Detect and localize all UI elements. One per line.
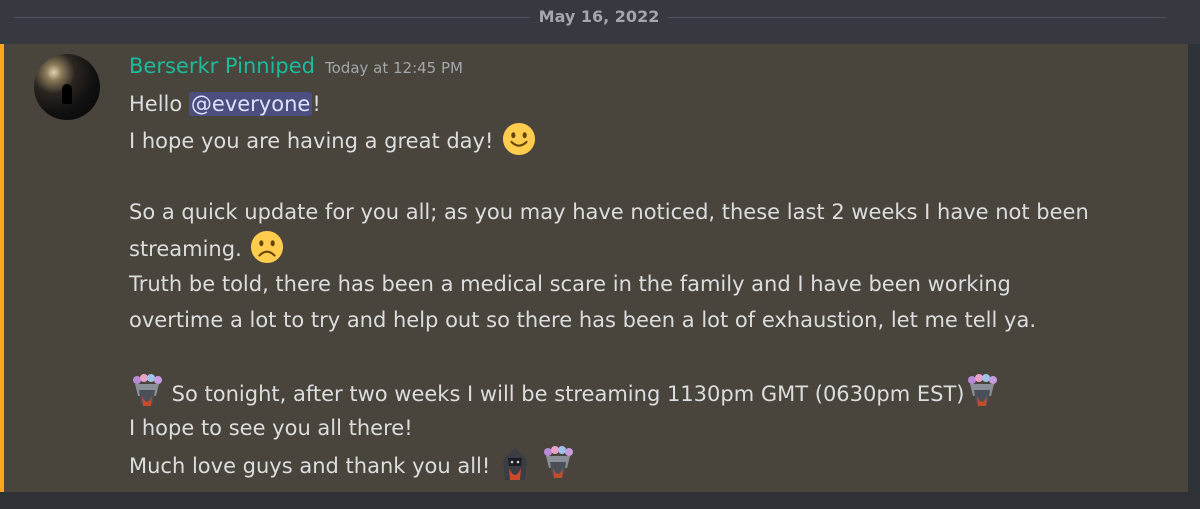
message-header: Berserkr Pinniped Today at 12:45 PM	[129, 54, 463, 84]
message-line: So tonight, after two weeks I will be st…	[129, 374, 1169, 410]
text: I hope you are having a great day!	[129, 129, 494, 153]
message-content: Hello @everyone! I hope you are having a…	[129, 86, 1169, 482]
text: streaming.	[129, 237, 242, 261]
username[interactable]: Berserkr Pinniped	[129, 54, 315, 78]
text: Much love guys and thank you all!	[129, 454, 497, 478]
everyone-mention[interactable]: @everyone	[188, 92, 313, 116]
message-line: streaming.	[129, 230, 1169, 266]
divider-line	[14, 17, 530, 18]
text: Hello	[129, 92, 189, 116]
slightly-smiling-face-icon[interactable]	[502, 122, 536, 156]
avatar[interactable]	[34, 54, 100, 120]
flower-crown-character-icon[interactable]	[540, 446, 576, 482]
hooded-character-icon[interactable]	[497, 446, 533, 482]
highlighted-message[interactable]: Berserkr Pinniped Today at 12:45 PM Hello…	[0, 44, 1188, 492]
text: Truth be told, there has been a medical …	[129, 272, 1011, 296]
chat-view: May 16, 2022 Berserkr Pinniped Today at 1…	[0, 0, 1200, 509]
divider-line	[668, 17, 1166, 18]
text: overtime a lot to try and help out so th…	[129, 308, 1036, 332]
flower-crown-character-icon[interactable]	[129, 374, 165, 410]
avatar-figure	[62, 84, 72, 104]
text: I hope to see you all there!	[129, 416, 413, 440]
bottom-bar	[0, 492, 1200, 509]
message-line: overtime a lot to try and help out so th…	[129, 302, 1169, 338]
message-line: Much love guys and thank you all!	[129, 446, 1169, 482]
text: So tonight, after two weeks I will be st…	[165, 382, 965, 406]
frowning-face-icon[interactable]	[250, 230, 284, 264]
text: So a quick update for you all; as you ma…	[129, 200, 1089, 224]
text: !	[312, 92, 321, 116]
date-divider: May 16, 2022	[0, 0, 1200, 36]
message-line: I hope to see you all there!	[129, 410, 1169, 446]
scrollbar[interactable]	[1188, 44, 1200, 492]
divider-date: May 16, 2022	[538, 7, 660, 26]
message-line: Truth be told, there has been a medical …	[129, 266, 1169, 302]
message-line: Hello @everyone!	[129, 86, 1169, 122]
timestamp[interactable]: Today at 12:45 PM	[325, 59, 463, 77]
flower-crown-character-icon[interactable]	[964, 374, 1000, 410]
message-line: I hope you are having a great day!	[129, 122, 1169, 158]
message-line: So a quick update for you all; as you ma…	[129, 194, 1169, 230]
